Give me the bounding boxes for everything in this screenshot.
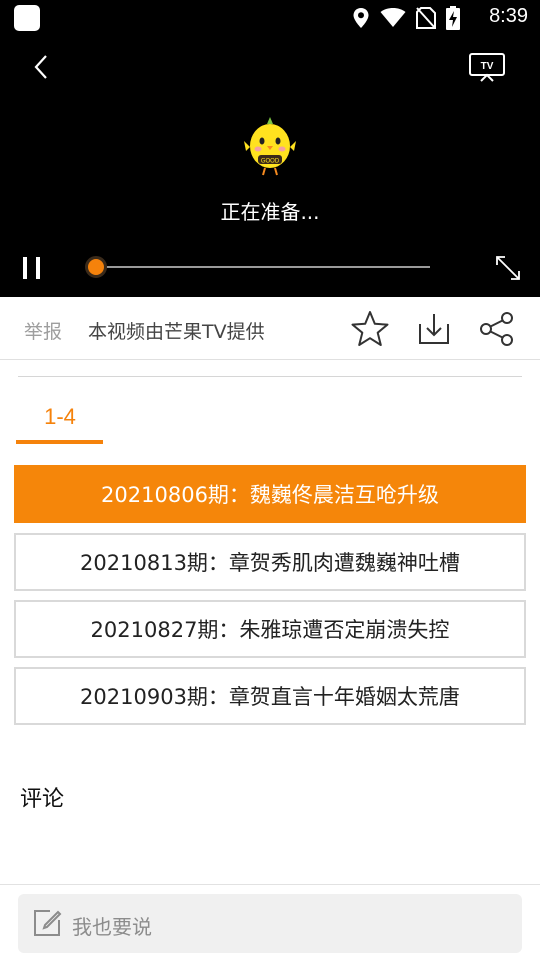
- tab-episodes-1-4[interactable]: 1-4: [16, 404, 104, 430]
- fullscreen-icon[interactable]: [494, 254, 522, 282]
- episode-item[interactable]: 20210827期：朱雅琼遭否定崩溃失控: [14, 600, 526, 658]
- video-player[interactable]: 8:39 TV GOOD 正在准备...: [0, 0, 540, 297]
- app-notification-icon: [14, 5, 40, 31]
- tab-indicator: [16, 440, 103, 444]
- no-sim-icon: [416, 7, 436, 29]
- episode-item[interactable]: 20210806期：魏巍佟晨洁互呛升级: [14, 465, 526, 523]
- star-icon[interactable]: [351, 310, 389, 348]
- progress-knob[interactable]: [85, 256, 107, 278]
- bottom-divider: [0, 884, 540, 885]
- back-icon[interactable]: [26, 50, 58, 84]
- chicken-mascot-icon: GOOD: [244, 117, 296, 176]
- edit-icon: [34, 910, 62, 936]
- share-icon[interactable]: [478, 310, 516, 348]
- location-icon: [353, 8, 369, 28]
- status-time: 8:39: [489, 5, 528, 27]
- status-icons: [352, 6, 460, 30]
- episode-item[interactable]: 20210813期：章贺秀肌肉遭魏巍神吐槽: [14, 533, 526, 591]
- provider-text: 本视频由芒果TV提供: [88, 321, 265, 343]
- pause-icon[interactable]: [20, 256, 44, 280]
- download-icon[interactable]: [415, 310, 453, 348]
- comments-heading: 评论: [20, 787, 65, 812]
- status-bar: 8:39: [0, 0, 540, 36]
- report-button[interactable]: 举报: [24, 317, 62, 344]
- progress-bar[interactable]: [86, 266, 430, 268]
- svg-text:TV: TV: [481, 61, 494, 72]
- tv-cast-icon[interactable]: TV: [468, 52, 506, 82]
- video-action-bar: 举报 本视频由芒果TV提供: [0, 297, 540, 360]
- episode-item[interactable]: 20210903期：章贺直言十年婚姻太荒唐: [14, 667, 526, 725]
- comment-placeholder: 我也要说: [72, 915, 152, 939]
- section-divider: [18, 376, 522, 377]
- svg-text:GOOD: GOOD: [261, 159, 280, 165]
- wifi-icon: [380, 8, 406, 27]
- player-status-text: 正在准备...: [220, 200, 320, 224]
- battery-charging-icon: [446, 6, 460, 30]
- comment-input[interactable]: 我也要说: [18, 894, 522, 953]
